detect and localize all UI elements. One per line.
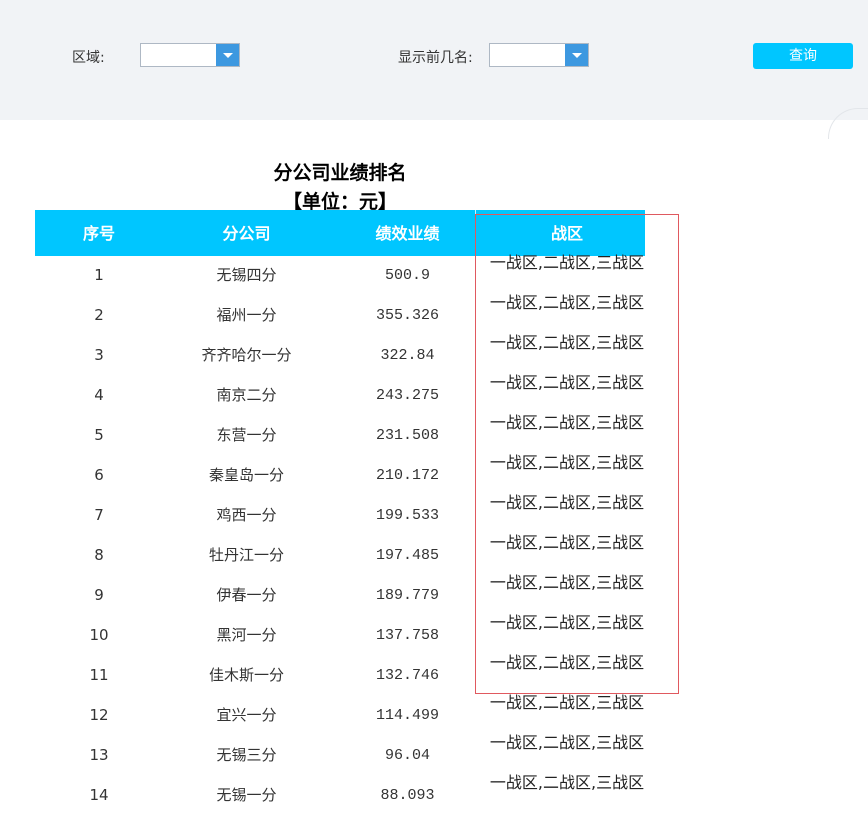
chevron-down-icon [223,53,233,58]
branch-name: 东营一分 [216,426,277,444]
topn-select[interactable] [489,43,589,67]
selection-highlight-box [475,214,679,694]
performance-value: 132.746 [375,667,439,684]
row-index: 1 [94,266,104,284]
row-index: 13 [89,746,109,764]
zone-value: 一战区,二战区,三战区 [489,773,645,792]
region-dropdown-button[interactable] [216,44,239,66]
column-header-index: 序号 [82,224,115,243]
performance-value: 500.9 [384,267,430,284]
report-title: 分公司业绩排名 [273,162,407,184]
row-index: 11 [89,666,109,684]
chevron-down-icon [572,53,582,58]
table-row: 14 无锡一分 88.093 一战区,二战区,三战区 [35,774,645,816]
performance-value: 243.275 [375,387,439,404]
branch-name: 福州一分 [216,306,277,324]
row-index: 9 [94,586,104,604]
performance-value: 355.326 [375,307,439,324]
branch-name: 秦皇岛一分 [208,466,284,484]
branch-name: 南京二分 [216,386,277,404]
table-row: 13 无锡三分 96.04 一战区,二战区,三战区 [35,734,645,776]
row-index: 4 [94,386,104,404]
row-index: 5 [94,426,104,444]
performance-value: 88.093 [380,787,435,804]
column-header-performance: 绩效业绩 [375,224,440,243]
performance-value: 197.485 [375,547,439,564]
column-header-branch: 分公司 [222,224,271,243]
zone-value: 一战区,二战区,三战区 [489,693,645,712]
row-index: 7 [94,506,104,524]
performance-value: 231.508 [375,427,439,444]
row-index: 12 [89,706,109,724]
row-index: 3 [94,346,104,364]
branch-name: 黑河一分 [216,626,277,644]
zone-value: 一战区,二战区,三战区 [489,733,645,752]
performance-value: 114.499 [375,707,439,724]
branch-name: 宜兴一分 [216,706,277,724]
branch-name: 无锡四分 [216,266,277,284]
branch-name: 鸡西一分 [216,506,277,524]
performance-value: 189.779 [375,587,439,604]
row-index: 14 [89,786,109,804]
branch-name: 无锡三分 [216,746,277,764]
table-row: 12 宜兴一分 114.499 一战区,二战区,三战区 [35,694,645,736]
performance-value: 96.04 [384,747,430,764]
performance-value: 137.758 [375,627,439,644]
filter-bar: 区域: 显示前几名: 查询 [0,0,868,120]
row-index: 10 [89,626,109,644]
row-index: 2 [94,306,104,324]
branch-name: 无锡一分 [216,786,277,804]
performance-value: 210.172 [375,467,439,484]
topn-dropdown-button[interactable] [565,44,588,66]
row-index: 6 [94,466,104,484]
region-label: 区域: [72,50,105,66]
region-select[interactable] [140,43,240,67]
branch-name: 佳木斯一分 [208,666,284,684]
topn-label: 显示前几名: [398,50,473,66]
branch-name: 牡丹江一分 [208,546,284,564]
performance-value: 322.84 [380,347,435,364]
branch-name: 齐齐哈尔一分 [201,346,292,364]
branch-name: 伊春一分 [216,586,277,604]
row-index: 8 [94,546,104,564]
performance-value: 199.533 [375,507,439,524]
query-button[interactable]: 查询 [753,43,853,69]
